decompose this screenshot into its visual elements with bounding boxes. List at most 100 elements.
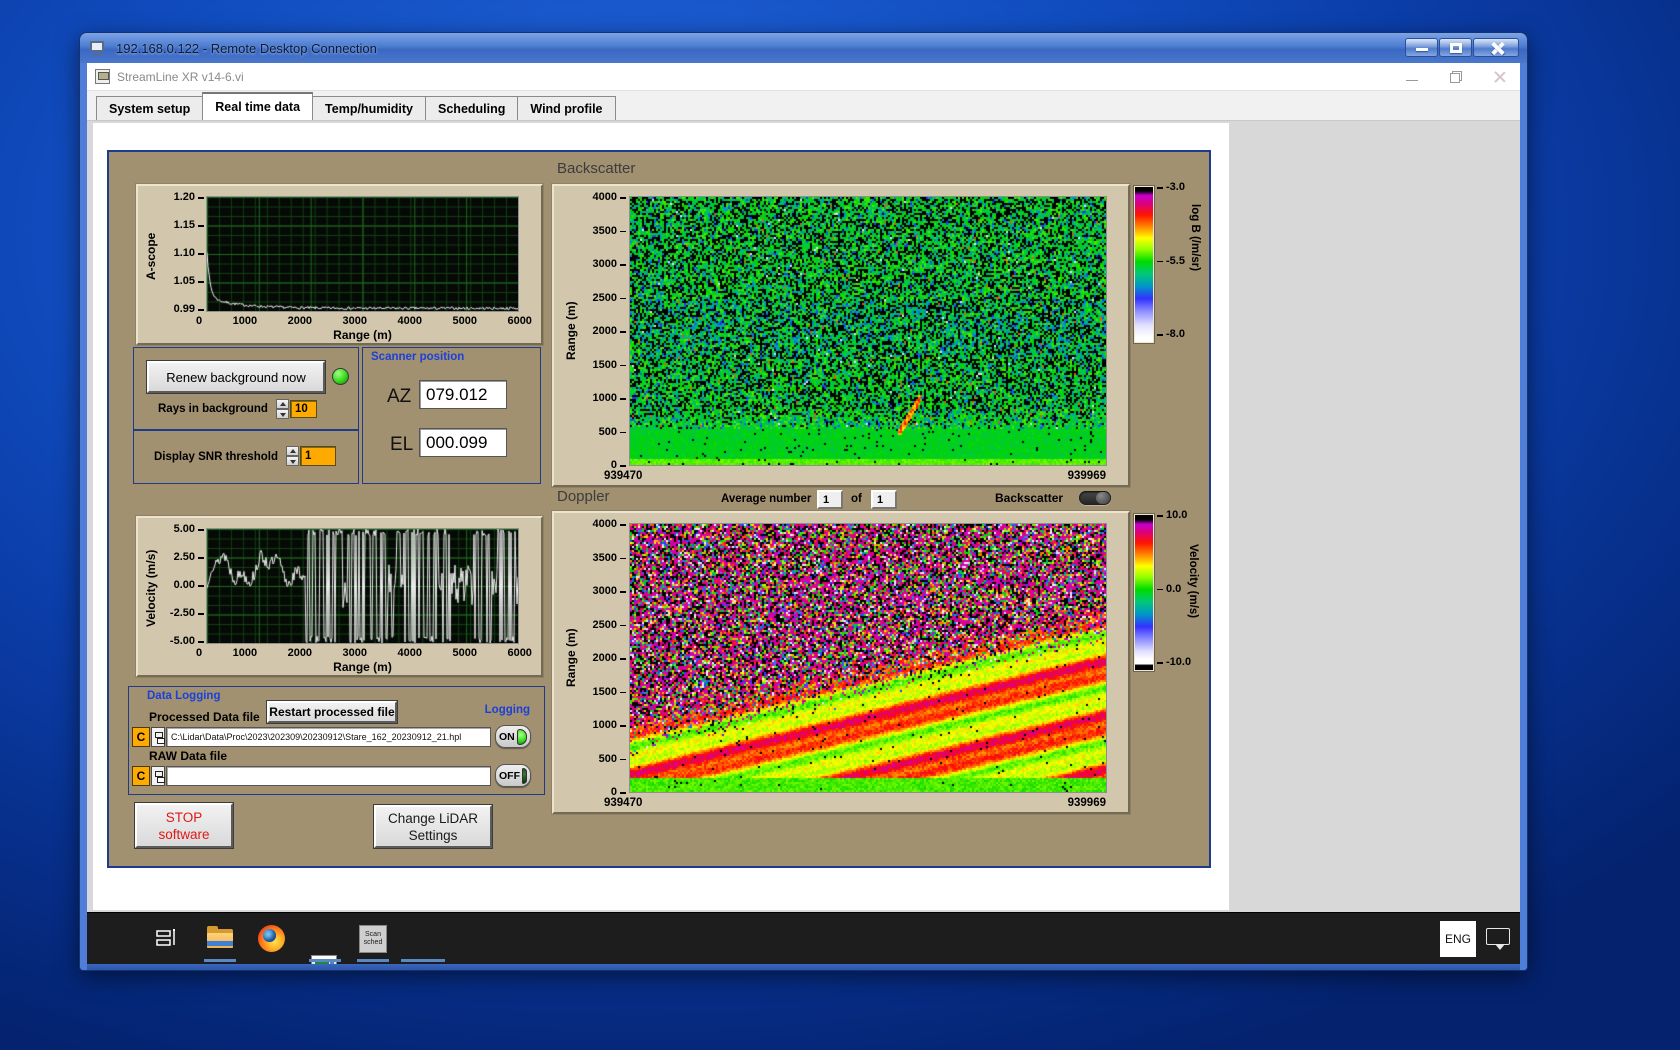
doppler-plot [629, 523, 1107, 793]
raw-path-browse-icon[interactable] [151, 766, 165, 786]
streamline-running-indicator [309, 959, 341, 962]
scan-scheduler-icon[interactable]: Scan sched [359, 925, 387, 953]
data-logging-box: Data Logging Processed Data file Restart… [128, 686, 545, 795]
logging-on-led [516, 728, 527, 745]
rdp-window: 192.168.0.122 - Remote Desktop Connectio… [80, 33, 1527, 970]
velocity-y-tick: 2.50 [174, 552, 205, 563]
doppler-y-tick: 2000 [593, 653, 627, 664]
average-number-field-1[interactable]: 1 [817, 490, 843, 509]
raw-drive-letter[interactable]: C [132, 766, 150, 786]
el-value-field[interactable]: 000.099 [419, 428, 507, 457]
average-number-label: Average number [721, 493, 812, 505]
close-icon [1490, 41, 1505, 56]
doppler-y-tick: 3000 [593, 586, 627, 597]
tab-wind-profile[interactable]: Wind profile [517, 96, 616, 120]
backscatter-y-tick: 2000 [593, 326, 627, 337]
doppler-graph-frame: Range (m) 4000 3500 3000 2500 2000 1500 1000 50… [552, 511, 1130, 814]
ascope-x-axis-label: Range (m) [333, 328, 392, 342]
renew-background-button[interactable]: Renew background now [147, 361, 325, 393]
taskbar: Scan sched WEEK ENG [87, 912, 1520, 964]
background-status-led [332, 368, 349, 385]
processed-path-field[interactable]: C:\Lidar\Data\Proc\2023\202309\20230912\… [166, 727, 491, 747]
tab-scheduling[interactable]: Scheduling [425, 96, 519, 120]
processed-drive-letter[interactable]: C [132, 727, 150, 747]
raw-path-field[interactable] [166, 766, 491, 786]
vi-front-panel: A-scope 1.20 1.15 1.10 1.05 0.99 0 1000 2000 30… [87, 121, 1520, 912]
maximize-button[interactable] [1439, 38, 1472, 57]
backscatter-y-ticks: 4000 3500 3000 2500 2000 1500 1000 500 0 [582, 192, 627, 471]
backscatter-y-tick: 0 [611, 460, 627, 471]
app-minimize-icon[interactable] [1406, 74, 1418, 81]
ascope-x-ticks: 0 1000 2000 3000 4000 5000 6000 [196, 315, 532, 327]
of-label: of [851, 493, 862, 505]
doppler-colorbar-tick: 10.0 [1157, 510, 1199, 521]
backscatter-y-tick: 500 [599, 426, 627, 437]
raw-logging-toggle[interactable]: OFF [495, 764, 531, 787]
backscatter-y-tick: 1000 [593, 393, 627, 404]
backscatter-title: Backscatter [557, 160, 636, 177]
app-title: StreamLine XR v14-6.vi [117, 69, 244, 84]
ascope-y-tick: 0.99 [174, 304, 205, 315]
doppler-canvas [630, 524, 1106, 792]
snr-spinner[interactable] [286, 446, 299, 466]
average-number-field-2[interactable]: 1 [871, 490, 897, 509]
language-indicator[interactable]: ENG [1440, 921, 1476, 957]
file-explorer-icon[interactable] [206, 925, 234, 953]
backscatter-display-toggle[interactable] [1079, 491, 1111, 505]
task-view-icon[interactable] [154, 925, 182, 953]
rays-value-field[interactable]: 10 [290, 400, 317, 418]
ascope-x-tick: 6000 [507, 315, 532, 327]
rdp-title: 192.168.0.122 - Remote Desktop Connectio… [116, 40, 377, 56]
ascope-y-ticks: 1.20 1.15 1.10 1.05 0.99 [162, 192, 205, 315]
action-center-icon[interactable] [1486, 928, 1510, 950]
velocity-x-tick: 3000 [342, 647, 368, 659]
scanner-position-title: Scanner position [371, 351, 465, 363]
backscatter-y-tick: 1500 [593, 359, 627, 370]
ascope-y-tick: 1.15 [174, 220, 205, 231]
minimize-button[interactable] [1405, 38, 1438, 57]
velocity-x-tick: 5000 [452, 647, 477, 659]
remote-desktop: StreamLine XR v14-6.vi System setup Real… [87, 63, 1520, 964]
rdp-titlebar: 192.168.0.122 - Remote Desktop Connectio… [80, 33, 1527, 63]
backscatter-y-axis-label: Range (m) [564, 301, 578, 361]
velocity-y-axis-label: Velocity (m/s) [144, 549, 158, 628]
doppler-y-tick: 0 [611, 787, 627, 798]
stop-software-button[interactable]: STOP software [135, 803, 233, 848]
tab-real-time-data[interactable]: Real time data [202, 92, 314, 120]
az-value-field[interactable]: 079.012 [419, 380, 507, 409]
rays-in-background-label: Rays in background [158, 403, 268, 415]
snr-value-field[interactable]: 1 [300, 446, 336, 466]
velocity-plot [206, 528, 519, 644]
app-close-icon[interactable] [1494, 71, 1506, 83]
backscatter-colorbar-tick: -8.0 [1157, 329, 1199, 340]
backscatter-toggle-label: Backscatter [995, 491, 1064, 505]
data-logging-title: Data Logging [147, 690, 221, 702]
doppler-y-tick: 4000 [593, 519, 627, 530]
snr-threshold-box: Display SNR threshold 1 [133, 430, 359, 484]
labview-app-icon [95, 69, 110, 84]
close-button[interactable] [1473, 38, 1519, 57]
processed-logging-toggle[interactable]: ON [495, 725, 531, 748]
scan-scheduler-running-indicator [357, 959, 389, 962]
background-controls-box: Renew background now Rays in background … [133, 347, 359, 430]
backscatter-colorbar-label: log B (/m/sr) [1189, 204, 1201, 272]
change-lidar-settings-button[interactable]: Change LiDAR Settings [374, 805, 492, 848]
doppler-y-axis-label: Range (m) [564, 628, 578, 688]
ascope-y-tick: 1.20 [174, 192, 205, 203]
velocity-x-tick: 0 [196, 647, 203, 659]
firefox-icon[interactable] [258, 925, 286, 953]
doppler-y-tick: 2500 [593, 619, 627, 630]
backscatter-colorbar [1134, 186, 1154, 343]
processed-path-browse-icon[interactable] [151, 727, 165, 747]
velocity-graph-frame: Velocity (m/s) 5.00 2.50 0.00 -2.50 -5.00 0 1… [136, 516, 543, 677]
restart-processed-file-button[interactable]: Restart processed file [267, 701, 397, 723]
main-panel: A-scope 1.20 1.15 1.10 1.05 0.99 0 1000 2000 30… [107, 150, 1211, 868]
velocity-x-axis-label: Range (m) [333, 660, 392, 674]
tab-system-setup[interactable]: System setup [96, 96, 204, 120]
app-restore-icon[interactable] [1450, 71, 1462, 83]
doppler-colorbar-label: Velocity (m/s) [1187, 544, 1199, 619]
backscatter-graph-frame: Range (m) 4000 3500 3000 2500 2000 1500 1000 50… [552, 184, 1130, 487]
ascope-x-tick: 3000 [342, 315, 368, 327]
tab-temp-humidity[interactable]: Temp/humidity [312, 96, 427, 120]
rays-spinner[interactable] [276, 399, 289, 419]
